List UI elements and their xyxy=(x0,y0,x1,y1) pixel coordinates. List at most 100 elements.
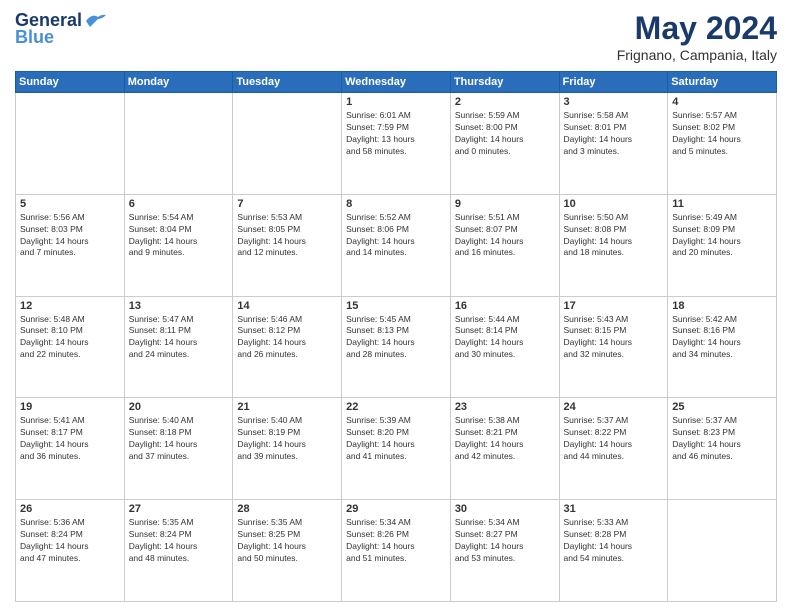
day-number: 2 xyxy=(455,96,555,108)
calendar-cell: 24Sunrise: 5:37 AMSunset: 8:22 PMDayligh… xyxy=(559,398,668,500)
calendar-header-row: Sunday Monday Tuesday Wednesday Thursday… xyxy=(16,72,777,93)
calendar-body: 1Sunrise: 6:01 AMSunset: 7:59 PMDaylight… xyxy=(16,93,777,602)
calendar-cell xyxy=(124,93,233,195)
day-number: 3 xyxy=(564,96,664,108)
col-header-wednesday: Wednesday xyxy=(342,72,451,93)
day-number: 12 xyxy=(20,300,120,312)
day-number: 21 xyxy=(237,401,337,413)
day-number: 15 xyxy=(346,300,446,312)
day-info: Sunrise: 5:35 AMSunset: 8:25 PMDaylight:… xyxy=(237,517,337,565)
day-number: 14 xyxy=(237,300,337,312)
calendar-cell: 22 Sunrise: 5:39 AMSunset: 8:20 PMDayligh… xyxy=(342,398,451,500)
calendar-week-row: 5 Sunrise: 5:56 AMSunset: 8:03 PMDaylight… xyxy=(16,194,777,296)
calendar-cell: 14 Sunrise: 5:46 AMSunset: 8:12 PMDayligh… xyxy=(233,296,342,398)
calendar-cell: 10 Sunrise: 5:50 AMSunset: 8:08 PMDayligh… xyxy=(559,194,668,296)
calendar-cell: 17 Sunrise: 5:43 AMSunset: 8:15 PMDayligh… xyxy=(559,296,668,398)
day-number: 31 xyxy=(564,503,664,515)
day-info: Sunrise: 5:38 AMSunset: 8:21 PMDaylight:… xyxy=(455,415,555,463)
calendar-cell: 12 Sunrise: 5:48 AMSunset: 8:10 PMDayligh… xyxy=(16,296,125,398)
day-info: Sunrise: 5:40 AMSunset: 8:19 PMDaylight:… xyxy=(237,415,337,463)
day-number: 8 xyxy=(346,198,446,210)
calendar-cell xyxy=(233,93,342,195)
calendar-cell: 29 Sunrise: 5:34 AMSunset: 8:26 PMDayligh… xyxy=(342,500,451,602)
col-header-thursday: Thursday xyxy=(450,72,559,93)
calendar-week-row: 1Sunrise: 6:01 AMSunset: 7:59 PMDaylight… xyxy=(16,93,777,195)
day-number: 9 xyxy=(455,198,555,210)
day-info: Sunrise: 5:51 AMSunset: 8:07 PMDaylight:… xyxy=(455,212,555,260)
day-info: Sunrise: 5:49 AMSunset: 8:09 PMDaylight:… xyxy=(672,212,772,260)
day-number: 19 xyxy=(20,401,120,413)
calendar-cell: 11Sunrise: 5:49 AMSunset: 8:09 PMDayligh… xyxy=(668,194,777,296)
calendar-cell: 23 Sunrise: 5:38 AMSunset: 8:21 PMDayligh… xyxy=(450,398,559,500)
calendar-cell: 31Sunrise: 5:33 AMSunset: 8:28 PMDayligh… xyxy=(559,500,668,602)
calendar-cell: 19Sunrise: 5:41 AMSunset: 8:17 PMDayligh… xyxy=(16,398,125,500)
day-info: Sunrise: 5:52 AMSunset: 8:06 PMDaylight:… xyxy=(346,212,446,260)
logo-bird-icon xyxy=(84,13,106,29)
calendar-cell: 6 Sunrise: 5:54 AMSunset: 8:04 PMDaylight… xyxy=(124,194,233,296)
day-info: Sunrise: 5:34 AMSunset: 8:27 PMDaylight:… xyxy=(455,517,555,565)
day-info: Sunrise: 5:56 AMSunset: 8:03 PMDaylight:… xyxy=(20,212,120,260)
page: General Blue May 2024 Frignano, Campania… xyxy=(0,0,792,612)
calendar-cell: 13 Sunrise: 5:47 AMSunset: 8:11 PMDayligh… xyxy=(124,296,233,398)
calendar-week-row: 26 Sunrise: 5:36 AMSunset: 8:24 PMDayligh… xyxy=(16,500,777,602)
calendar-cell: 3 Sunrise: 5:58 AMSunset: 8:01 PMDaylight… xyxy=(559,93,668,195)
logo: General Blue xyxy=(15,10,106,48)
calendar-cell: 30Sunrise: 5:34 AMSunset: 8:27 PMDayligh… xyxy=(450,500,559,602)
calendar-cell: 5 Sunrise: 5:56 AMSunset: 8:03 PMDaylight… xyxy=(16,194,125,296)
day-info: Sunrise: 5:39 AMSunset: 8:20 PMDaylight:… xyxy=(346,415,446,463)
day-info: Sunrise: 5:54 AMSunset: 8:04 PMDaylight:… xyxy=(129,212,229,260)
col-header-friday: Friday xyxy=(559,72,668,93)
day-info: Sunrise: 5:37 AMSunset: 8:22 PMDaylight:… xyxy=(564,415,664,463)
day-number: 29 xyxy=(346,503,446,515)
header: General Blue May 2024 Frignano, Campania… xyxy=(15,10,777,63)
calendar-cell: 15 Sunrise: 5:45 AMSunset: 8:13 PMDayligh… xyxy=(342,296,451,398)
calendar-cell: 16Sunrise: 5:44 AMSunset: 8:14 PMDayligh… xyxy=(450,296,559,398)
day-number: 28 xyxy=(237,503,337,515)
calendar-cell: 9 Sunrise: 5:51 AMSunset: 8:07 PMDaylight… xyxy=(450,194,559,296)
day-number: 27 xyxy=(129,503,229,515)
col-header-saturday: Saturday xyxy=(668,72,777,93)
day-number: 26 xyxy=(20,503,120,515)
calendar-cell: 21 Sunrise: 5:40 AMSunset: 8:19 PMDayligh… xyxy=(233,398,342,500)
day-number: 16 xyxy=(455,300,555,312)
day-number: 18 xyxy=(672,300,772,312)
day-info: Sunrise: 5:47 AMSunset: 8:11 PMDaylight:… xyxy=(129,314,229,362)
day-info: Sunrise: 6:01 AMSunset: 7:59 PMDaylight:… xyxy=(346,110,446,158)
calendar-table: Sunday Monday Tuesday Wednesday Thursday… xyxy=(15,71,777,602)
day-number: 10 xyxy=(564,198,664,210)
day-number: 6 xyxy=(129,198,229,210)
calendar-cell: 2Sunrise: 5:59 AMSunset: 8:00 PMDaylight… xyxy=(450,93,559,195)
day-number: 13 xyxy=(129,300,229,312)
logo-blue: Blue xyxy=(15,27,54,48)
day-info: Sunrise: 5:57 AMSunset: 8:02 PMDaylight:… xyxy=(672,110,772,158)
calendar-cell: 25 Sunrise: 5:37 AMSunset: 8:23 PMDayligh… xyxy=(668,398,777,500)
day-number: 20 xyxy=(129,401,229,413)
col-header-tuesday: Tuesday xyxy=(233,72,342,93)
day-number: 4 xyxy=(672,96,772,108)
day-info: Sunrise: 5:35 AMSunset: 8:24 PMDaylight:… xyxy=(129,517,229,565)
calendar-cell: 28 Sunrise: 5:35 AMSunset: 8:25 PMDayligh… xyxy=(233,500,342,602)
calendar-cell: 20Sunrise: 5:40 AMSunset: 8:18 PMDayligh… xyxy=(124,398,233,500)
day-info: Sunrise: 5:42 AMSunset: 8:16 PMDaylight:… xyxy=(672,314,772,362)
day-info: Sunrise: 5:58 AMSunset: 8:01 PMDaylight:… xyxy=(564,110,664,158)
day-number: 17 xyxy=(564,300,664,312)
day-info: Sunrise: 5:50 AMSunset: 8:08 PMDaylight:… xyxy=(564,212,664,260)
calendar-cell: 7Sunrise: 5:53 AMSunset: 8:05 PMDaylight… xyxy=(233,194,342,296)
day-number: 23 xyxy=(455,401,555,413)
main-title: May 2024 xyxy=(617,10,777,47)
calendar-cell: 4 Sunrise: 5:57 AMSunset: 8:02 PMDaylight… xyxy=(668,93,777,195)
day-info: Sunrise: 5:37 AMSunset: 8:23 PMDaylight:… xyxy=(672,415,772,463)
calendar-cell: 8 Sunrise: 5:52 AMSunset: 8:06 PMDaylight… xyxy=(342,194,451,296)
day-number: 22 xyxy=(346,401,446,413)
day-number: 5 xyxy=(20,198,120,210)
day-info: Sunrise: 5:48 AMSunset: 8:10 PMDaylight:… xyxy=(20,314,120,362)
calendar-cell: 27 Sunrise: 5:35 AMSunset: 8:24 PMDayligh… xyxy=(124,500,233,602)
day-info: Sunrise: 5:43 AMSunset: 8:15 PMDaylight:… xyxy=(564,314,664,362)
calendar-cell: 26 Sunrise: 5:36 AMSunset: 8:24 PMDayligh… xyxy=(16,500,125,602)
day-number: 25 xyxy=(672,401,772,413)
day-info: Sunrise: 5:46 AMSunset: 8:12 PMDaylight:… xyxy=(237,314,337,362)
day-info: Sunrise: 5:36 AMSunset: 8:24 PMDaylight:… xyxy=(20,517,120,565)
calendar-week-row: 12 Sunrise: 5:48 AMSunset: 8:10 PMDayligh… xyxy=(16,296,777,398)
day-info: Sunrise: 5:45 AMSunset: 8:13 PMDaylight:… xyxy=(346,314,446,362)
day-info: Sunrise: 5:34 AMSunset: 8:26 PMDaylight:… xyxy=(346,517,446,565)
